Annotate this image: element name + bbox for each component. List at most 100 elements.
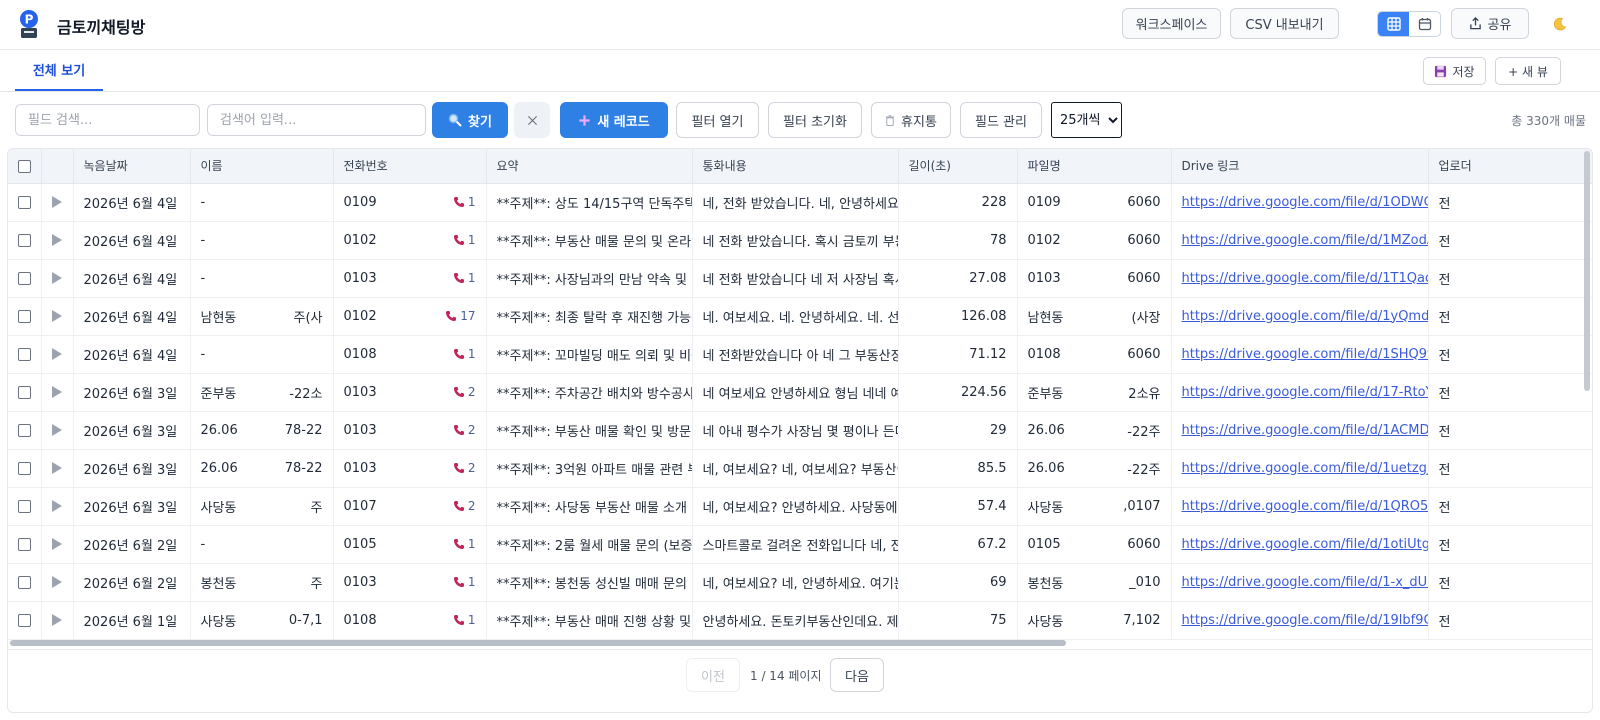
drive-link[interactable]: https://drive.google.com/file/d/1QRO5kep	[1182, 499, 1428, 514]
row-checkbox[interactable]	[17, 347, 31, 361]
play-expand-icon[interactable]	[52, 196, 62, 208]
cell-uploader[interactable]: 전	[1428, 563, 1592, 602]
cell-filename[interactable]: 0102 6060	[1017, 221, 1172, 260]
cell-summary[interactable]: **주제**: 꼬마빌딩 매도 의뢰 및 비공	[486, 335, 693, 374]
row-checkbox[interactable]	[17, 461, 31, 475]
cell-filename[interactable]: 사당동 ,0107	[1017, 487, 1172, 526]
cell-length[interactable]: 69	[898, 563, 1018, 602]
cell-phone[interactable]: 0103 2	[333, 449, 487, 488]
table-row[interactable]: 2026년 6월 3일 준부동 -22소 0103 2 **주제**: 주차공간 배치와 …	[8, 373, 1592, 412]
cell-filename[interactable]: 사당동 7,102	[1017, 601, 1172, 640]
play-expand-icon[interactable]	[52, 538, 62, 550]
drive-link[interactable]: https://drive.google.com/file/d/1uetzgJ-…	[1182, 461, 1428, 476]
cell-name[interactable]: 사당동 0-7,1	[190, 601, 334, 640]
cell-content[interactable]: 네 전화 받았습니다. 혹시 금토끼 부동	[692, 221, 899, 260]
cell-date[interactable]: 2026년 6월 4일	[73, 297, 191, 336]
drive-link[interactable]: https://drive.google.com/file/d/1-x_dU7b…	[1182, 575, 1428, 590]
calendar-view-button[interactable]	[1409, 12, 1440, 36]
cell-summary[interactable]: **주제**: 상도 14/15구역 단독주택 매	[486, 183, 693, 222]
table-view-button[interactable]	[1378, 12, 1409, 36]
call-count[interactable]: 1	[453, 537, 476, 551]
share-button[interactable]: 공유	[1451, 8, 1529, 39]
cell-filename[interactable]: 26.06 -22주	[1017, 449, 1172, 488]
cell-content[interactable]: 네, 전화 받았습니다. 네, 안녕하세요. 네	[692, 183, 899, 222]
filter-reset-button[interactable]: 필터 초기화	[768, 102, 862, 138]
cell-summary[interactable]: **주제**: 부동산 매물 확인 및 방문 일	[486, 411, 693, 450]
cell-content[interactable]: 네 아내 평수가 사장님 몇 평이나 든다	[692, 411, 899, 450]
cell-length[interactable]: 224.56	[898, 373, 1018, 412]
cell-phone[interactable]: 0108 1	[333, 335, 487, 374]
cell-date[interactable]: 2026년 6월 3일	[73, 373, 191, 412]
tab-all-view[interactable]: 전체 보기	[15, 50, 103, 91]
play-expand-icon[interactable]	[52, 272, 62, 284]
cell-length[interactable]: 228	[898, 183, 1018, 222]
drive-link[interactable]: https://drive.google.com/file/d/17-RtoYK…	[1182, 385, 1428, 400]
play-expand-icon[interactable]	[52, 500, 62, 512]
clear-search-button[interactable]	[514, 102, 550, 138]
cell-filename[interactable]: 26.06 -22주	[1017, 411, 1172, 450]
cell-date[interactable]: 2026년 6월 3일	[73, 411, 191, 450]
call-count[interactable]: 1	[453, 613, 476, 627]
cell-uploader[interactable]: 전	[1428, 525, 1592, 564]
play-expand-icon[interactable]	[52, 348, 62, 360]
cell-uploader[interactable]: 전	[1428, 373, 1592, 412]
new-record-button[interactable]: 새 레코드	[560, 102, 668, 138]
table-row[interactable]: 2026년 6월 4일 - 0103 1 **주제**: 사장님과의 만남 약속 및 대…	[8, 259, 1592, 298]
row-checkbox[interactable]	[17, 385, 31, 399]
cell-summary[interactable]: **주제**: 부동산 매매 진행 상황 및 10	[486, 601, 693, 640]
row-checkbox[interactable]	[17, 537, 31, 551]
cell-phone[interactable]: 0105 1	[333, 525, 487, 564]
cell-uploader[interactable]: 전	[1428, 221, 1592, 260]
table-row[interactable]: 2026년 6월 3일 26.06 78-22 0103 2 **주제**: 3억원 아파…	[8, 449, 1592, 488]
row-checkbox[interactable]	[17, 271, 31, 285]
column-header-length[interactable]: 길이(초)	[898, 149, 1018, 184]
call-count[interactable]: 2	[453, 423, 476, 437]
cell-filename[interactable]: 남현동 (사장	[1017, 297, 1172, 336]
cell-date[interactable]: 2026년 6월 2일	[73, 525, 191, 564]
cell-date[interactable]: 2026년 6월 4일	[73, 259, 191, 298]
cell-summary[interactable]: **주제**: 부동산 매물 문의 및 온라인	[486, 221, 693, 260]
play-expand-icon[interactable]	[52, 576, 62, 588]
cell-phone[interactable]: 0102 17	[333, 297, 487, 336]
cell-filename[interactable]: 0103 6060	[1017, 259, 1172, 298]
table-row[interactable]: 2026년 6월 2일 - 0105 1 **주제**: 2룸 월세 매물 문의 (보증…	[8, 525, 1592, 564]
cell-length[interactable]: 27.08	[898, 259, 1018, 298]
cell-phone[interactable]: 0109 1	[333, 183, 487, 222]
play-expand-icon[interactable]	[52, 462, 62, 474]
cell-uploader[interactable]: 전	[1428, 487, 1592, 526]
workspace-button[interactable]: 워크스페이스	[1122, 8, 1221, 39]
cell-uploader[interactable]: 전	[1428, 335, 1592, 374]
drive-link[interactable]: https://drive.google.com/file/d/1yQmdVxC	[1182, 309, 1428, 324]
page-size-select[interactable]: 25개씩	[1051, 102, 1122, 138]
row-checkbox[interactable]	[17, 233, 31, 247]
cell-phone[interactable]: 0107 2	[333, 487, 487, 526]
play-expand-icon[interactable]	[52, 424, 62, 436]
drive-link[interactable]: https://drive.google.com/file/d/19lbf9CT…	[1182, 613, 1428, 628]
table-row[interactable]: 2026년 6월 1일 사당동 0-7,1 0108 1 **주제**: 부동산 매매 진…	[8, 601, 1592, 640]
csv-export-button[interactable]: CSV 내보내기	[1230, 8, 1339, 39]
row-checkbox[interactable]	[17, 195, 31, 209]
cell-content[interactable]: 네 전화 받았습니다 네 저 사장님 혹시	[692, 259, 899, 298]
drive-link[interactable]: https://drive.google.com/file/d/1SHQ9ymT	[1182, 347, 1428, 362]
cell-length[interactable]: 78	[898, 221, 1018, 260]
cell-content[interactable]: 네, 여보세요? 네, 여보세요? 부동산이	[692, 449, 899, 488]
cell-date[interactable]: 2026년 6월 4일	[73, 221, 191, 260]
table-viewport[interactable]: 녹음날짜 이름 전화번호 요약 통화내용 길이(초) 파일명 Drive 링크 …	[8, 149, 1592, 649]
drive-link[interactable]: https://drive.google.com/file/d/1MZodAVK	[1182, 233, 1428, 248]
cell-length[interactable]: 57.4	[898, 487, 1018, 526]
vertical-scrollbar[interactable]	[1584, 151, 1590, 391]
filter-open-button[interactable]: 필터 열기	[676, 102, 759, 138]
cell-summary[interactable]: **주제**: 최종 탈락 후 재진행 가능성	[486, 297, 693, 336]
play-expand-icon[interactable]	[52, 614, 62, 626]
cell-content[interactable]: 안녕하세요. 돈토키부동산인데요. 제가	[692, 601, 899, 640]
play-expand-icon[interactable]	[52, 386, 62, 398]
row-checkbox[interactable]	[17, 613, 31, 627]
cell-length[interactable]: 85.5	[898, 449, 1018, 488]
call-count[interactable]: 2	[453, 385, 476, 399]
cell-date[interactable]: 2026년 6월 3일	[73, 449, 191, 488]
call-count[interactable]: 1	[453, 271, 476, 285]
cell-name[interactable]: 26.06 78-22	[190, 411, 334, 450]
cell-date[interactable]: 2026년 6월 4일	[73, 335, 191, 374]
cell-uploader[interactable]: 전	[1428, 297, 1592, 336]
call-count[interactable]: 17	[445, 309, 476, 323]
